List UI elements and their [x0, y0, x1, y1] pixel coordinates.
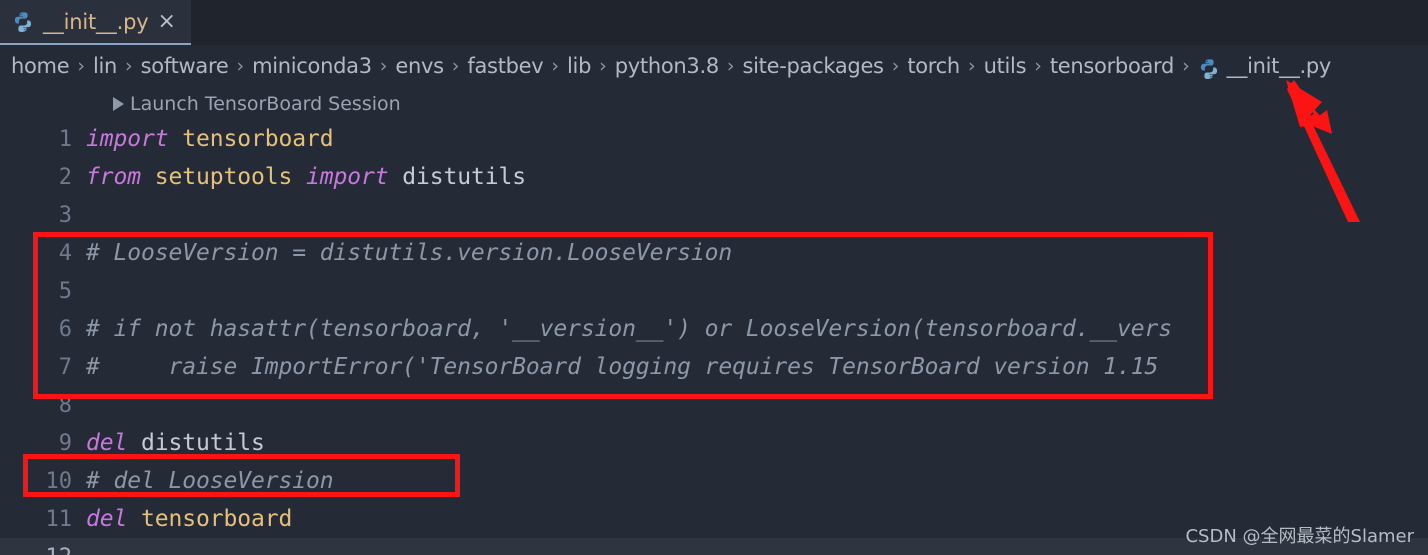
- code-line-8[interactable]: 8: [0, 386, 1428, 424]
- breadcrumb-separator-icon: ›: [1182, 55, 1190, 77]
- code-line-4[interactable]: 4 # LooseVersion = distutils.version.Loos…: [0, 234, 1428, 272]
- breadcrumb-separator-icon: ›: [451, 55, 460, 77]
- code-text-6: # if not hasattr(tensorboard, '__version…: [86, 316, 1173, 342]
- watermark-text: CSDN @全网最菜的Slamer: [1185, 526, 1414, 547]
- code-text-2: from setuptools import distutils: [86, 164, 526, 190]
- code-text-4: # LooseVersion = distutils.version.Loose…: [86, 240, 733, 266]
- breadcrumb-item-lin[interactable]: lin: [93, 54, 117, 78]
- breadcrumb-item-lib[interactable]: lib: [567, 54, 591, 78]
- line-number-4: 4: [58, 240, 72, 266]
- breadcrumb-item-software[interactable]: software: [141, 54, 229, 78]
- breadcrumb-separator-icon: ›: [1034, 55, 1042, 77]
- breadcrumb-item-python3-8[interactable]: python3.8: [615, 54, 719, 78]
- code-line-10[interactable]: 10 # del LooseVersion: [0, 462, 1428, 500]
- code-line-3[interactable]: 3: [0, 196, 1428, 234]
- line-number-10: 10: [45, 468, 73, 494]
- line-number-11: 11: [45, 506, 73, 532]
- breadcrumb-separator-icon: ›: [967, 55, 976, 77]
- breadcrumb-separator-icon: ›: [236, 55, 245, 77]
- code-text-11: del tensorboard: [86, 506, 293, 532]
- breadcrumb-item-torch[interactable]: torch: [907, 54, 960, 78]
- breadcrumb-separator-icon: ›: [551, 55, 560, 77]
- breadcrumb-item-fastbev[interactable]: fastbev: [467, 54, 543, 78]
- code-line-1[interactable]: 1 import tensorboard: [0, 120, 1428, 158]
- breadcrumb-item-utils[interactable]: utils: [984, 54, 1027, 78]
- line-number-12: 12: [0, 545, 86, 555]
- codelens-label: Launch TensorBoard Session: [130, 92, 401, 115]
- breadcrumb-item-miniconda3[interactable]: miniconda3: [252, 54, 372, 78]
- breadcrumb-item-home[interactable]: home: [11, 54, 70, 78]
- breadcrumb-separator-icon: ›: [379, 55, 388, 77]
- line-number-3: 3: [58, 202, 72, 228]
- line-number-8: 8: [58, 392, 72, 418]
- line-number-2: 2: [58, 164, 72, 190]
- code-text-10: # del LooseVersion: [86, 468, 334, 494]
- breadcrumb-separator-icon: ›: [726, 55, 735, 77]
- code-line-6[interactable]: 6 # if not hasattr(tensorboard, '__versio…: [0, 310, 1428, 348]
- close-icon[interactable]: ×: [157, 10, 175, 33]
- breadcrumb-item-site-packages[interactable]: site-packages: [743, 54, 885, 78]
- code-text-7: # raise ImportError('TensorBoard logging…: [86, 354, 1159, 380]
- breadcrumb-separator-icon: ›: [891, 55, 900, 77]
- code-line-5[interactable]: 5: [0, 272, 1428, 310]
- breadcrumb-separator-icon: ›: [77, 55, 85, 77]
- code-lines: 1 import tensorboard 2 from setuptools impo…: [0, 120, 1428, 555]
- line-number-6: 6: [58, 316, 72, 342]
- breadcrumb: home › lin › software › miniconda3 › envs › fastbe…: [0, 45, 1428, 87]
- codelens-launch-tensorboard[interactable]: Launch TensorBoard Session: [0, 87, 1428, 120]
- line-number-7: 7: [58, 354, 72, 380]
- code-text-9: del distutils: [86, 430, 265, 456]
- code-editor[interactable]: Launch TensorBoard Session 1 import tenso…: [0, 87, 1428, 555]
- editor-tab-init-py[interactable]: __init__.py ×: [0, 0, 191, 45]
- python-icon: [14, 11, 32, 32]
- code-text-1: import tensorboard: [86, 126, 334, 152]
- breadcrumb-item-tensorboard[interactable]: tensorboard: [1050, 54, 1175, 78]
- line-number-5: 5: [58, 278, 72, 304]
- tab-label: __init__.py: [43, 9, 149, 34]
- breadcrumb-separator-icon: ›: [125, 55, 133, 77]
- tab-bar: __init__.py ×: [0, 0, 1428, 45]
- code-line-7[interactable]: 7 # raise ImportError('TensorBoard loggin…: [0, 348, 1428, 386]
- breadcrumb-file-label: __init__.py: [1226, 54, 1332, 78]
- breadcrumb-item-envs[interactable]: envs: [395, 54, 444, 78]
- breadcrumb-separator-icon: ›: [599, 55, 607, 77]
- line-number-1: 1: [58, 126, 72, 152]
- python-icon: [1200, 59, 1217, 79]
- code-line-2[interactable]: 2 from setuptools import distutils: [0, 158, 1428, 196]
- breadcrumb-item-file[interactable]: __init__.py: [1198, 54, 1332, 79]
- run-triangle-icon: [113, 96, 124, 111]
- code-line-9[interactable]: 9 del distutils: [0, 424, 1428, 462]
- line-number-9: 9: [58, 430, 72, 456]
